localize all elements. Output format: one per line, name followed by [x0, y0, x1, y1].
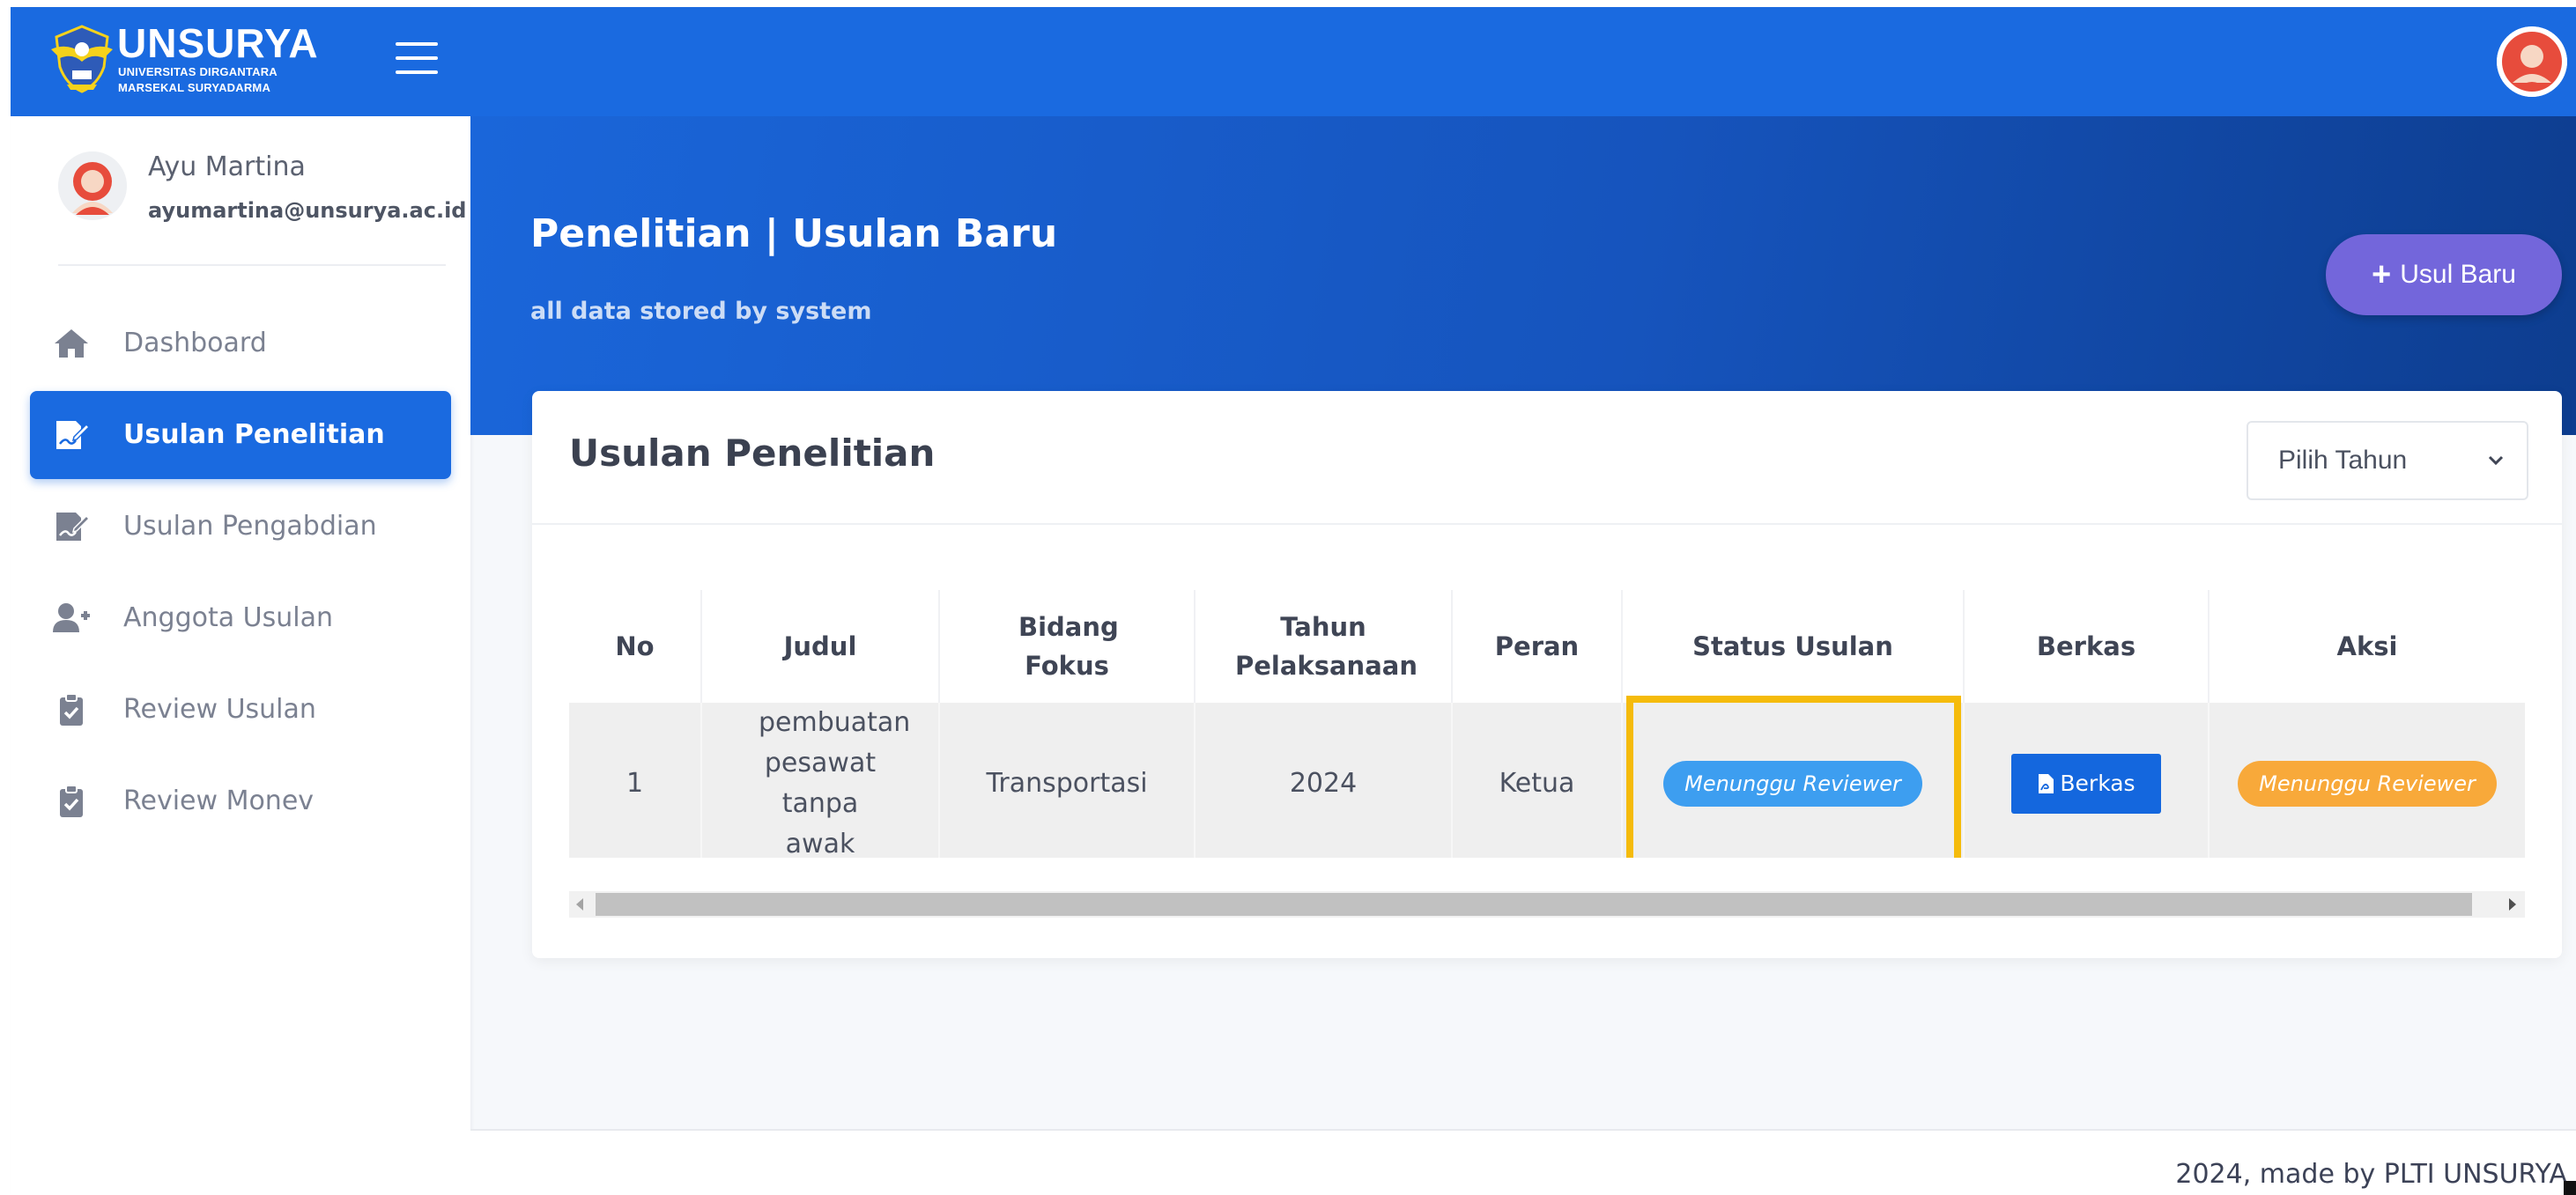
sidebar-item-review-usulan[interactable]: Review Usulan [11, 666, 470, 754]
page-subtitle: all data stored by system [530, 298, 872, 325]
user-menu-avatar[interactable] [2497, 26, 2567, 97]
year-select-value: Pilih Tahun [2278, 446, 2408, 475]
cell-status: Menunggu Reviewer [1622, 696, 1965, 858]
divider [532, 523, 2562, 525]
footer: 2024, made by PLTI UNSURYA [470, 1131, 2576, 1195]
sidebar-item-label: Usulan Penelitian [123, 419, 385, 450]
scroll-left-arrow-icon[interactable] [576, 898, 583, 911]
column-header-peran: Peran [1452, 590, 1623, 703]
sidebar-nav: Dashboard Usulan Penelitian Usulan Penga… [11, 299, 470, 849]
proposal-card: Usulan Penelitian Pilih Tahun No Judul B… [532, 391, 2562, 958]
table-row: 1 pembuatan pesawat tanpa awak Transport… [569, 696, 2525, 858]
plus-icon: + [2372, 255, 2392, 293]
unsurya-logo-icon [51, 25, 113, 93]
column-header-tahun-pelaksanaan: Tahun Pelaksanaan [1195, 590, 1453, 703]
user-profile: Ayu Martina ayumartina@unsurya.ac.id [11, 116, 470, 266]
user-avatar-icon [58, 151, 127, 220]
footer-text: 2024, made by PLTI UNSURYA [2175, 1159, 2567, 1190]
sidebar-item-label: Review Usulan [123, 694, 316, 725]
column-header-no: No [569, 590, 702, 703]
card-title: Usulan Penelitian [569, 432, 936, 475]
pdf-file-icon [2039, 774, 2054, 793]
clipboard-check-icon [60, 693, 83, 726]
sidebar-item-label: Usulan Pengabdian [123, 511, 377, 542]
horizontal-scrollbar[interactable] [569, 891, 2525, 918]
column-header-aksi: Aksi [2336, 631, 2398, 661]
cell-aksi: Menunggu Reviewer [2209, 703, 2525, 858]
cell-judul: pembuatan pesawat tanpa awak [701, 703, 940, 858]
brand-subtitle-line1: UNIVERSITAS DIRGANTARA [118, 65, 278, 78]
new-proposal-button[interactable]: + Usul Baru [2326, 234, 2562, 315]
cell-bidang-fokus: Transportasi [939, 703, 1195, 858]
clipboard-check-icon [60, 785, 83, 817]
table-header-row: No Judul Bidang Fokus Tahun Pelaksanaan … [569, 590, 2525, 703]
avatar [58, 151, 127, 220]
status-badge: Menunggu Reviewer [1663, 761, 1922, 807]
sidebar-item-label: Dashboard [123, 328, 267, 358]
user-avatar-icon [2497, 26, 2567, 97]
user-name: Ayu Martina [148, 151, 306, 182]
new-proposal-button-label: Usul Baru [2400, 259, 2516, 289]
brand-name: UNSURYA [117, 20, 319, 66]
brand-header: UNSURYA UNIVERSITAS DIRGANTARA MARSEKAL … [11, 7, 470, 116]
page-title: Penelitian | Usulan Baru [530, 211, 1058, 256]
sidebar-item-usulan-pengabdian[interactable]: Usulan Pengabdian [11, 483, 470, 571]
brand-subtitle-line2: MARSEKAL SURYADARMA [118, 81, 271, 94]
sidebar-item-review-monev[interactable]: Review Monev [11, 757, 470, 845]
berkas-button[interactable]: Berkas [2011, 754, 2161, 814]
home-icon [55, 329, 88, 358]
cell-judul-text: pembuatan pesawat tanpa awak [759, 707, 911, 858]
column-header-berkas: Berkas [1964, 590, 2210, 703]
sidebar-item-label: Anggota Usulan [123, 602, 333, 633]
sidebar-item-usulan-penelitian[interactable]: Usulan Penelitian [30, 391, 451, 479]
year-select[interactable]: Pilih Tahun [2247, 421, 2528, 500]
column-header-bidang-fokus: Bidang Fokus [939, 590, 1195, 703]
sidebar-item-dashboard[interactable]: Dashboard [11, 299, 470, 387]
corner-mark [2564, 1181, 2576, 1195]
sidebar: UNSURYA UNIVERSITAS DIRGANTARA MARSEKAL … [11, 7, 470, 1195]
cell-no: 1 [569, 703, 702, 858]
chevron-down-icon [2488, 455, 2504, 466]
column-header-label: Bidang Fokus [1018, 612, 1119, 681]
proposal-table: No Judul Bidang Fokus Tahun Pelaksanaan … [569, 590, 2525, 858]
signed-document-icon [56, 421, 90, 449]
scroll-right-arrow-icon[interactable] [2509, 898, 2516, 911]
hamburger-menu-icon[interactable] [396, 42, 438, 77]
sidebar-item-anggota-usulan[interactable]: Anggota Usulan [11, 574, 470, 662]
column-header-judul: Judul [701, 590, 940, 703]
page-header: Penelitian | Usulan Baru all data stored… [470, 116, 2576, 435]
user-plus-icon [53, 603, 90, 632]
proposal-table-wrapper: No Judul Bidang Fokus Tahun Pelaksanaan … [569, 590, 2525, 858]
cell-tahun: 2024 [1195, 703, 1453, 858]
cell-berkas: Berkas [1964, 703, 2210, 858]
sidebar-item-label: Review Monev [123, 786, 315, 816]
user-email: ayumartina@unsurya.ac.id [148, 198, 467, 223]
cell-peran: Ketua [1452, 703, 1623, 858]
column-header-status-usulan: Status Usulan [1622, 590, 1965, 703]
berkas-button-label: Berkas [2060, 771, 2136, 796]
divider [58, 264, 446, 266]
column-header-label: Tahun Pelaksanaan [1235, 612, 1418, 681]
scrollbar-thumb[interactable] [596, 893, 2472, 916]
signed-document-icon [56, 513, 90, 541]
action-status-badge: Menunggu Reviewer [2238, 761, 2497, 807]
top-navbar [470, 7, 2576, 116]
